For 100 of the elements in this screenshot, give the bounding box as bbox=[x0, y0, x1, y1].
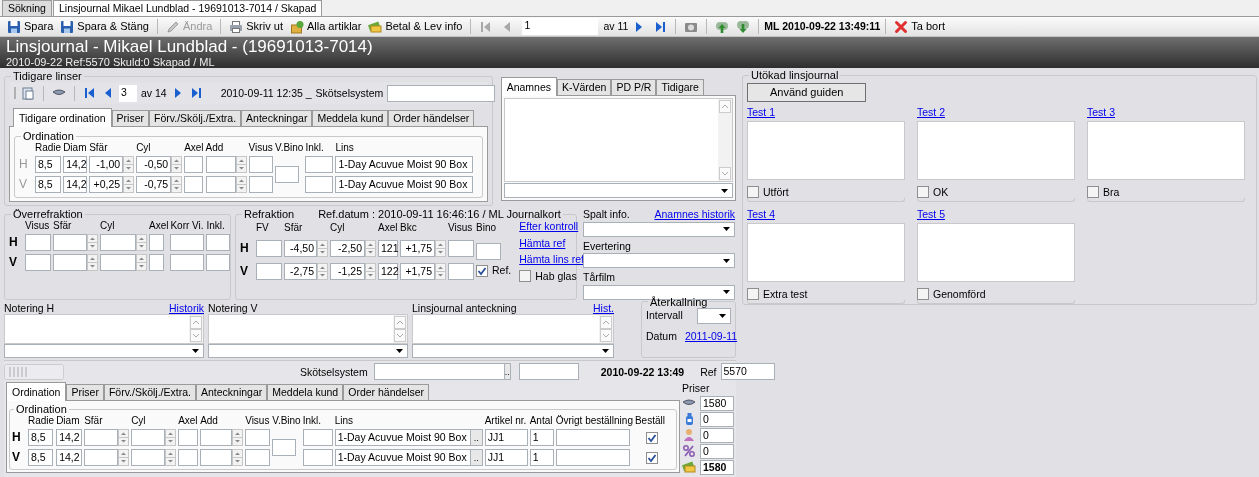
dropdown[interactable] bbox=[697, 307, 731, 324]
toolbar-button[interactable]: Spara & Stäng bbox=[57, 18, 152, 35]
tab[interactable]: Meddela kund bbox=[312, 110, 389, 126]
price-field[interactable]: 0 bbox=[700, 427, 734, 443]
toolbar-button[interactable]: Skriv ut bbox=[226, 18, 286, 35]
text-field[interactable] bbox=[302, 449, 333, 467]
number-field[interactable] bbox=[200, 429, 233, 447]
last-page-icon[interactable] bbox=[653, 19, 668, 34]
spinner[interactable] bbox=[136, 234, 147, 251]
checkbox[interactable] bbox=[747, 288, 759, 301]
number-field[interactable]: -2,50 bbox=[330, 239, 365, 257]
toolbar-button[interactable]: Alla artiklar bbox=[286, 18, 365, 35]
text-field[interactable] bbox=[248, 176, 273, 193]
text-field[interactable]: 1 bbox=[529, 429, 554, 447]
tab[interactable]: Ordination bbox=[6, 382, 67, 402]
link[interactable]: Efter kontroll bbox=[519, 220, 585, 233]
text-field[interactable]: 1-Day Acuvue Moist 90 Box bbox=[335, 156, 474, 173]
clipboard-icon[interactable] bbox=[21, 86, 35, 100]
spinner[interactable] bbox=[165, 429, 177, 447]
text-field[interactable] bbox=[302, 429, 333, 447]
number-field[interactable]: +1,75 bbox=[400, 263, 435, 281]
text-area[interactable] bbox=[917, 120, 1075, 180]
text-field[interactable]: 122 bbox=[378, 263, 398, 281]
text-field[interactable] bbox=[245, 429, 271, 447]
text-field[interactable] bbox=[184, 176, 204, 193]
text-field[interactable] bbox=[149, 234, 164, 251]
spinner[interactable] bbox=[118, 449, 130, 467]
text-field[interactable] bbox=[178, 449, 199, 467]
tab[interactable]: Priser bbox=[111, 110, 149, 126]
tab[interactable]: Tidigare ordination bbox=[13, 108, 112, 127]
text-field[interactable] bbox=[305, 176, 334, 193]
grip-handle[interactable] bbox=[13, 86, 17, 100]
scrollbar[interactable] bbox=[393, 315, 407, 344]
text-field[interactable] bbox=[170, 254, 205, 271]
spinner[interactable] bbox=[87, 254, 98, 271]
link[interactable]: Hämta ref bbox=[519, 236, 585, 250]
date-link[interactable]: 2011-09-11 bbox=[684, 329, 738, 343]
cloud-upload-icon[interactable] bbox=[715, 19, 730, 34]
text-field[interactable] bbox=[178, 429, 199, 447]
spinner[interactable] bbox=[435, 239, 446, 257]
text-field[interactable]: 1-Day Acuvue Moist 90 Box bbox=[334, 429, 471, 447]
spinner[interactable] bbox=[435, 263, 446, 281]
text-field[interactable] bbox=[256, 263, 282, 281]
number-field[interactable] bbox=[205, 176, 236, 193]
text-field[interactable] bbox=[206, 254, 231, 271]
text-area[interactable] bbox=[412, 314, 614, 345]
text-field[interactable] bbox=[248, 156, 273, 173]
text-field[interactable]: JJ1 bbox=[484, 449, 528, 467]
spinner[interactable] bbox=[232, 449, 244, 467]
page-field[interactable]: 1 bbox=[522, 18, 599, 35]
text-field[interactable] bbox=[206, 234, 231, 251]
document-tab[interactable]: Sökning bbox=[2, 0, 52, 16]
checkbox[interactable] bbox=[519, 270, 532, 283]
text-field[interactable] bbox=[170, 234, 205, 251]
text-area[interactable] bbox=[747, 120, 905, 180]
text-field[interactable] bbox=[448, 263, 474, 281]
spinner[interactable] bbox=[171, 156, 183, 173]
checkbox[interactable] bbox=[645, 431, 658, 444]
spinner[interactable] bbox=[317, 239, 328, 257]
tab[interactable]: Förv./Skölj./Extra. bbox=[103, 384, 196, 401]
checkbox[interactable] bbox=[1087, 185, 1099, 198]
spinner[interactable] bbox=[123, 176, 135, 193]
test-link[interactable]: Test 4 bbox=[747, 208, 775, 221]
text-field[interactable] bbox=[518, 363, 579, 381]
grip-handle[interactable] bbox=[4, 363, 64, 380]
scrollbar[interactable] bbox=[189, 315, 203, 344]
text-field[interactable] bbox=[245, 449, 271, 467]
text-field[interactable]: 8,5 bbox=[28, 429, 53, 447]
number-field[interactable]: -0,50 bbox=[136, 156, 172, 173]
browse-button[interactable]: .. bbox=[503, 363, 511, 381]
text-field[interactable]: 8,5 bbox=[35, 156, 61, 173]
number-field[interactable] bbox=[100, 234, 136, 251]
text-field[interactable] bbox=[25, 234, 51, 251]
spinner[interactable] bbox=[123, 156, 135, 173]
text-area[interactable] bbox=[4, 314, 204, 345]
text-field[interactable] bbox=[25, 254, 51, 271]
spinner[interactable] bbox=[232, 429, 244, 447]
tab[interactable]: Förv./Skölj./Extra. bbox=[149, 110, 242, 126]
checkbox[interactable] bbox=[917, 288, 929, 301]
number-field[interactable] bbox=[84, 429, 119, 447]
number-field[interactable]: -1,25 bbox=[330, 263, 365, 281]
tab[interactable]: Tidigare bbox=[656, 79, 704, 95]
scrollbar[interactable] bbox=[718, 99, 732, 181]
spinner[interactable] bbox=[136, 254, 147, 271]
tab[interactable]: K-Värden bbox=[557, 79, 612, 95]
link[interactable]: Hist. bbox=[593, 301, 614, 315]
number-field[interactable] bbox=[131, 429, 166, 447]
number-field[interactable]: -2,75 bbox=[284, 263, 317, 281]
number-field[interactable]: +1,75 bbox=[400, 239, 435, 257]
number-field[interactable] bbox=[53, 254, 87, 271]
price-field[interactable]: 0 bbox=[700, 411, 734, 427]
test-link[interactable]: Test 2 bbox=[917, 106, 945, 119]
guide-button[interactable]: Använd guiden bbox=[747, 83, 867, 102]
reference-field[interactable]: 5570 bbox=[720, 363, 775, 381]
text-field[interactable] bbox=[448, 239, 474, 257]
spinner[interactable] bbox=[87, 234, 98, 251]
text-field[interactable] bbox=[272, 439, 297, 457]
test-link[interactable]: Test 5 bbox=[917, 208, 945, 221]
first-page-icon[interactable] bbox=[83, 86, 97, 100]
link[interactable]: Anamnes historik bbox=[654, 208, 735, 221]
